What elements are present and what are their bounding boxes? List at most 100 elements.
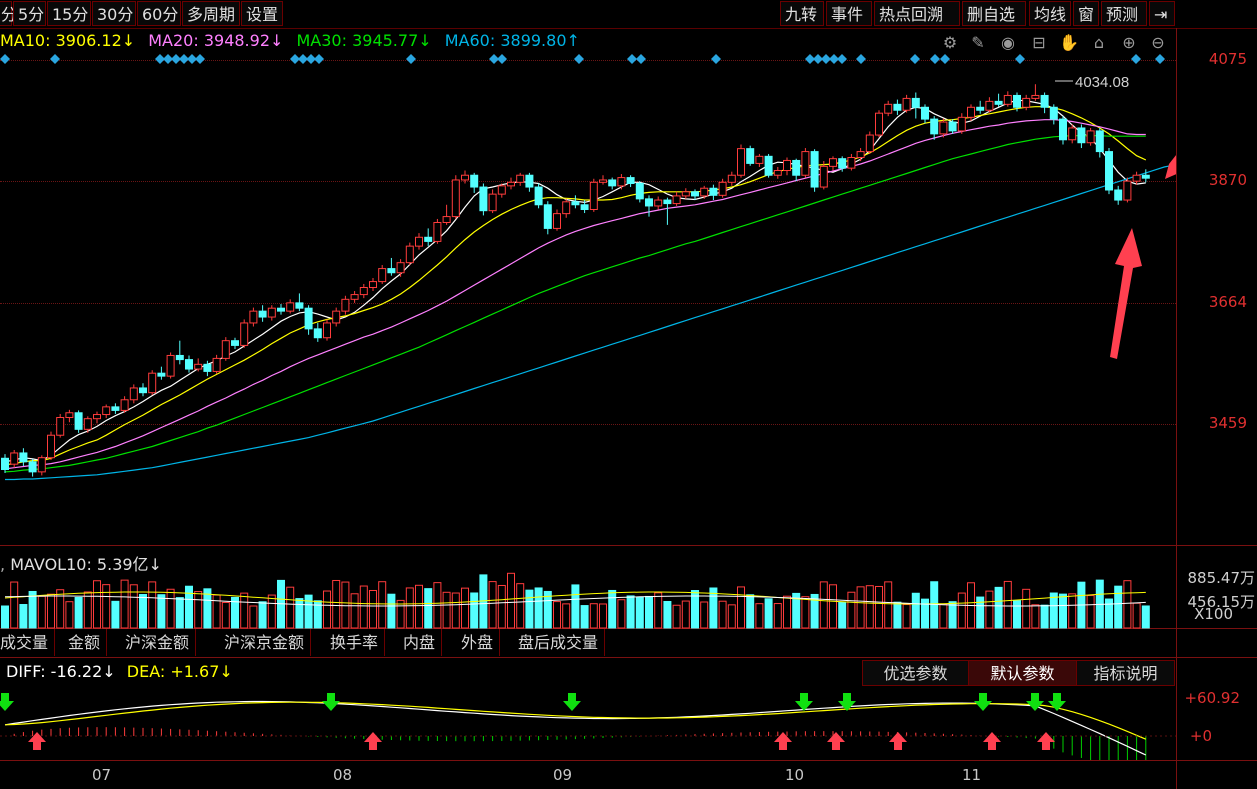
- volume-bar: [194, 591, 203, 629]
- toolbar-tab-3[interactable]: 30分: [92, 1, 136, 26]
- toolbar-right-5[interactable]: 窗: [1073, 1, 1099, 26]
- volume-bar: [221, 601, 230, 629]
- signal-diamond: [636, 54, 646, 64]
- toolbar-right-3[interactable]: 删自选: [962, 1, 1026, 26]
- volume-bar: [1123, 580, 1132, 629]
- volume-tab-2[interactable]: 沪深金额: [119, 629, 197, 656]
- signal-diamond: [195, 54, 205, 64]
- volume-bar: [10, 581, 19, 629]
- candle-body: [139, 387, 147, 394]
- preferred-params-button[interactable]: 优选参数: [862, 660, 969, 686]
- candle-body: [194, 363, 203, 370]
- candle-body: [553, 213, 561, 229]
- candle-body: [1114, 189, 1123, 201]
- volume-bar: [295, 598, 304, 629]
- candle-body: [507, 181, 515, 187]
- signal-diamond: [1015, 54, 1025, 64]
- volume-bar: [185, 585, 193, 629]
- candle-body: [709, 187, 718, 196]
- high-price-label: 4034.08: [1075, 74, 1129, 91]
- volume-bar: [166, 588, 175, 629]
- candle-body: [829, 158, 837, 167]
- volume-bar: [56, 589, 65, 629]
- candle-body: [764, 155, 773, 176]
- volume-bar: [700, 601, 709, 629]
- volume-tab-4[interactable]: 换手率: [324, 629, 386, 656]
- candle-body: [1, 457, 9, 471]
- candle-body: [221, 340, 230, 359]
- candle-body: [240, 322, 249, 346]
- volume-bar: [875, 585, 883, 629]
- volume-bar: [939, 603, 948, 629]
- toolbar-right-1[interactable]: 事件: [826, 1, 872, 26]
- candle-body: [911, 97, 920, 108]
- candle-body: [28, 461, 37, 473]
- signal-diamond: [1155, 54, 1165, 64]
- ma-line-ma10: [4, 106, 1147, 466]
- toolbar-tab-1[interactable]: 5分: [13, 1, 46, 26]
- toolbar-tab-0[interactable]: 分: [0, 1, 17, 26]
- volume-bar: [562, 603, 571, 629]
- volume-bar: [424, 588, 433, 629]
- candle-body: [994, 100, 1003, 105]
- volume-bar: [350, 593, 359, 629]
- candle-body: [212, 357, 221, 372]
- candle-body: [497, 185, 506, 195]
- candle-body: [875, 112, 883, 136]
- volume-bar: [801, 596, 810, 629]
- volume-bar: [139, 594, 147, 629]
- diff-line: [4, 700, 1147, 756]
- signal-diamond: [406, 54, 416, 64]
- volume-bar: [672, 604, 681, 629]
- volume-bar: [617, 599, 626, 629]
- candle-body: [396, 262, 405, 274]
- volume-bar: [332, 579, 341, 629]
- volume-tab-7[interactable]: 盘后成交量: [512, 629, 606, 656]
- volume-bar: [387, 593, 396, 629]
- volume-bar: [1059, 593, 1067, 629]
- candle-body: [700, 187, 709, 197]
- volume-tab-6[interactable]: 外盘: [455, 629, 501, 656]
- volume-bar: [893, 601, 902, 629]
- candle-body: [148, 372, 157, 394]
- signal-diamond: [940, 54, 950, 64]
- volume-tab-0[interactable]: 成交量: [0, 629, 56, 656]
- ma-line-ma5: [4, 99, 1146, 463]
- candle-body: [967, 106, 975, 118]
- signal-diamond: [910, 54, 920, 64]
- collapse-panel-icon[interactable]: ⇥: [1149, 1, 1175, 26]
- toolbar-right-2[interactable]: 热点回溯: [874, 1, 960, 26]
- volume-bar: [626, 595, 635, 629]
- toolbar-tab-5[interactable]: 多周期: [182, 1, 240, 26]
- toolbar-right-6[interactable]: 预测: [1101, 1, 1147, 26]
- candle-body: [810, 151, 819, 188]
- volume-bar: [635, 596, 644, 629]
- volume-bar: [1105, 598, 1113, 629]
- toolbar-tab-2[interactable]: 15分: [47, 1, 91, 26]
- candle-body: [1022, 97, 1031, 108]
- volume-bar: [1141, 605, 1150, 629]
- volume-bar: [525, 589, 534, 629]
- volume-tab-3[interactable]: 沪深京金额: [218, 629, 312, 656]
- signal-diamond: [314, 54, 324, 64]
- volume-tab-1[interactable]: 金额: [62, 629, 108, 656]
- macd-header: DIFF: -16.22↓ DEA: +1.67↓: [6, 662, 233, 681]
- volume-bar: [405, 587, 414, 629]
- toolbar-right-0[interactable]: 九转: [780, 1, 824, 26]
- toolbar-tab-6[interactable]: 设置: [241, 1, 283, 26]
- candle-body: [341, 298, 350, 312]
- candle-body: [1077, 127, 1086, 144]
- volume-bar: [74, 596, 83, 629]
- candle-body: [1105, 151, 1113, 191]
- volume-bar: [120, 579, 129, 629]
- volume-bar: [507, 572, 515, 629]
- toolbar-tab-4[interactable]: 60分: [137, 1, 181, 26]
- volume-bar: [286, 586, 295, 629]
- volume-tab-5[interactable]: 内盘: [397, 629, 443, 656]
- toolbar-right-4[interactable]: 均线: [1029, 1, 1071, 26]
- volume-bar: [681, 600, 690, 629]
- default-params-button[interactable]: 默认参数: [968, 660, 1077, 686]
- volume-bar: [1114, 585, 1123, 629]
- indicator-help-button[interactable]: 指标说明: [1076, 660, 1175, 686]
- volume-bar: [1022, 588, 1031, 629]
